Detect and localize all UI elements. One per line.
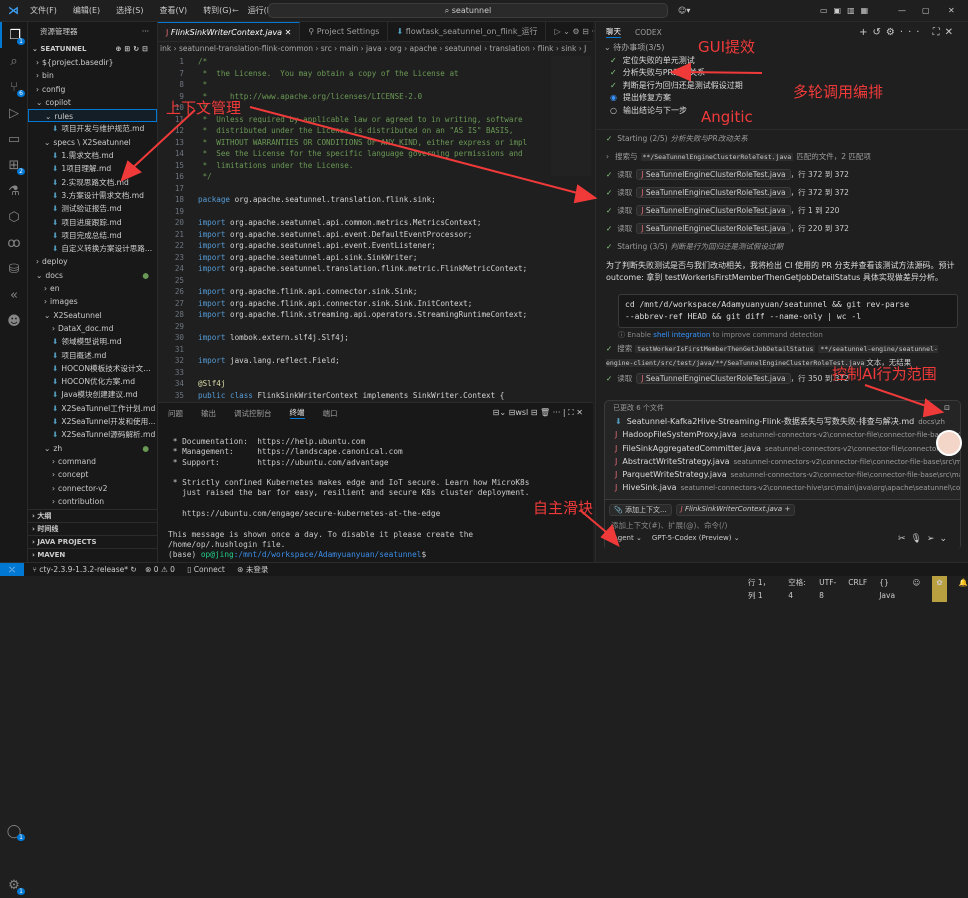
copilot-status-icon[interactable]: ☺	[913, 576, 921, 602]
annotation-gui: GUI提效	[698, 38, 756, 56]
account-icon[interactable]: ◯ 1	[0, 818, 28, 844]
encoding[interactable]: UTF-8	[819, 576, 836, 602]
language-mode[interactable]: {} Java	[879, 576, 900, 602]
cursor-position[interactable]: 行 1，列 1	[748, 576, 776, 602]
settings-gear-icon[interactable]: ⚙ 1	[0, 872, 28, 898]
annotation-context: 上下文管理	[166, 99, 242, 117]
annotation-agentic: Angitic	[701, 108, 753, 126]
arrow-context-left	[127, 109, 196, 173]
notifications-icon[interactable]: 🔔	[959, 576, 968, 602]
arrow-scope	[864, 384, 933, 409]
annotation-scope: 控制AI行为范围	[832, 365, 937, 383]
arrowhead	[669, 62, 691, 82]
eol[interactable]: CRLF	[848, 576, 867, 602]
arrow-context-right	[249, 106, 586, 196]
extension-status-icon[interactable]: ✿	[932, 576, 947, 602]
annotation-slider: 自主滑块	[533, 499, 594, 517]
indentation[interactable]: 空格: 4	[788, 576, 807, 602]
arrow-gui	[681, 71, 763, 74]
annotation-multi-turn: 多轮调用编排	[793, 83, 884, 101]
